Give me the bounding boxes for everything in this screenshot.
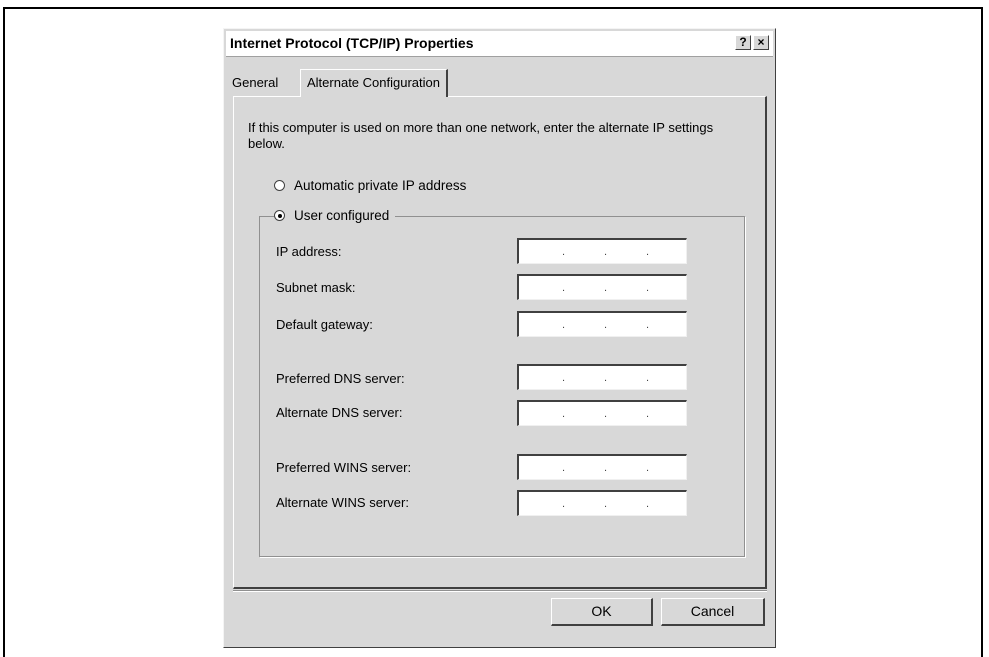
alternate-wins-input[interactable]: ... <box>517 490 687 516</box>
ip-dot: . <box>646 372 650 384</box>
help-button[interactable]: ? <box>735 35 751 50</box>
subnet-mask-label: Subnet mask: <box>276 280 356 295</box>
ip-dot: . <box>646 408 650 420</box>
radio-automatic[interactable] <box>274 180 285 191</box>
button-separator <box>233 590 767 592</box>
ip-dot: . <box>604 462 608 474</box>
close-icon: × <box>757 35 765 49</box>
dialog-title: Internet Protocol (TCP/IP) Properties <box>230 35 474 51</box>
ip-dot: . <box>604 319 608 331</box>
ip-dot: . <box>646 462 650 474</box>
ip-dot: . <box>562 246 566 258</box>
ip-dot: . <box>604 498 608 510</box>
subnet-mask-input[interactable]: ... <box>517 274 687 300</box>
radio-user-configured[interactable] <box>274 210 285 221</box>
default-gateway-input[interactable]: ... <box>517 311 687 337</box>
ip-address-label: IP address: <box>276 244 342 259</box>
ok-button[interactable]: OK <box>551 598 653 626</box>
intro-text: If this computer is used on more than on… <box>248 120 714 151</box>
alternate-wins-label: Alternate WINS server: <box>276 495 409 510</box>
ip-dot: . <box>562 282 566 294</box>
ip-dot: . <box>604 372 608 384</box>
ip-dot: . <box>646 498 650 510</box>
help-icon: ? <box>739 35 747 49</box>
ip-dot: . <box>562 319 566 331</box>
ip-dot: . <box>646 319 650 331</box>
preferred-wins-input[interactable]: ... <box>517 454 687 480</box>
ip-dot: . <box>646 246 650 258</box>
preferred-wins-label: Preferred WINS server: <box>276 460 412 475</box>
ip-address-input[interactable]: ... <box>517 238 687 264</box>
tcpip-properties-dialog: Internet Protocol (TCP/IP) Properties ? … <box>223 28 776 648</box>
cancel-button[interactable]: Cancel <box>661 598 765 626</box>
ip-dot: . <box>604 282 608 294</box>
preferred-dns-input[interactable]: ... <box>517 364 687 390</box>
ip-dot: . <box>604 246 608 258</box>
user-option-label: User configured <box>294 208 390 223</box>
ip-dot: . <box>646 282 650 294</box>
preferred-dns-label: Preferred DNS server: <box>276 371 405 386</box>
ip-dot: . <box>562 372 566 384</box>
title-bar: Internet Protocol (TCP/IP) Properties ? … <box>226 31 773 57</box>
close-button[interactable]: × <box>753 35 769 50</box>
default-gateway-label: Default gateway: <box>276 317 373 332</box>
alternate-dns-label: Alternate DNS server: <box>276 405 403 420</box>
ip-dot: . <box>604 408 608 420</box>
alternate-dns-input[interactable]: ... <box>517 400 687 426</box>
user-configured-option[interactable]: User configured <box>274 207 396 225</box>
ip-dot: . <box>562 462 566 474</box>
ip-dot: . <box>562 498 566 510</box>
automatic-private-ip-option[interactable]: Automatic private IP address <box>274 177 466 195</box>
tab-general[interactable]: General <box>232 72 278 94</box>
tab-alternate-configuration[interactable]: Alternate Configuration <box>300 69 448 97</box>
automatic-option-label: Automatic private IP address <box>294 178 467 193</box>
ip-dot: . <box>562 408 566 420</box>
